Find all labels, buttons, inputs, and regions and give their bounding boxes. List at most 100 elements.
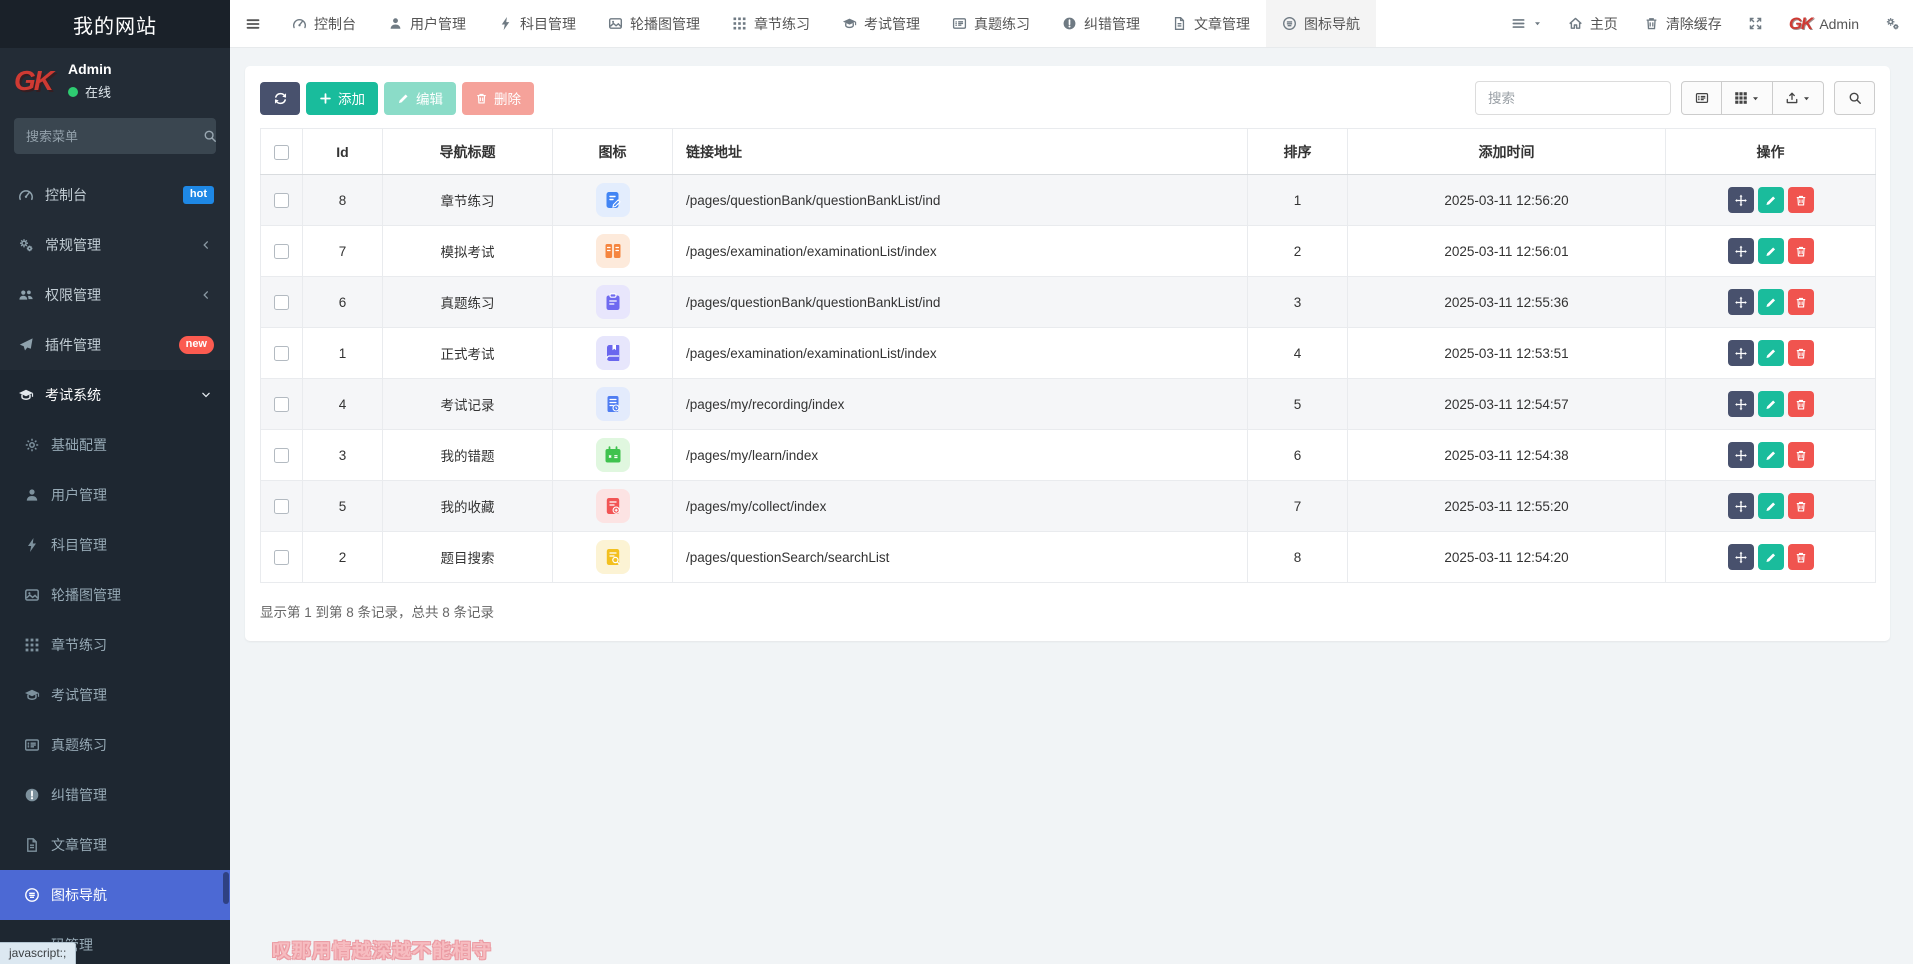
sidebar-item-chapter-practice[interactable]: 章节练习 xyxy=(0,620,230,670)
row-edit-button[interactable] xyxy=(1758,238,1784,264)
table-header-row: Id导航标题图标链接地址排序添加时间操作 xyxy=(261,129,1876,175)
cell-time: 2025-03-11 12:55:20 xyxy=(1348,481,1666,532)
column-header-id: Id xyxy=(303,129,383,175)
row-delete-button[interactable] xyxy=(1788,238,1814,264)
topnav-tab-chapter-practice[interactable]: 章节练习 xyxy=(716,0,826,47)
sidebar-toggle-button[interactable] xyxy=(230,0,276,47)
topnav-tab-banner-manage[interactable]: 轮播图管理 xyxy=(592,0,716,47)
row-checkbox[interactable] xyxy=(274,346,289,361)
cell-title: 题目搜索 xyxy=(383,532,553,583)
search-toggle-button[interactable] xyxy=(1834,81,1875,115)
sidebar-search-input[interactable] xyxy=(26,129,202,144)
cell-title: 我的错题 xyxy=(383,430,553,481)
row-delete-button[interactable] xyxy=(1788,340,1814,366)
table-row: 5 我的收藏 /pages/my/collect/index 7 2025-03… xyxy=(261,481,1876,532)
drag-sort-button[interactable] xyxy=(1728,391,1754,417)
watermark-text: 叹那用情越深越不能相守 xyxy=(272,936,492,963)
row-delete-button[interactable] xyxy=(1788,391,1814,417)
sidebar-item-correction-manage[interactable]: 纠错管理 xyxy=(0,770,230,820)
sidebar-item-base-config[interactable]: 基础配置 xyxy=(0,420,230,470)
drag-sort-button[interactable] xyxy=(1728,187,1754,213)
grid-icon xyxy=(24,637,40,653)
cell-time: 2025-03-11 12:54:38 xyxy=(1348,430,1666,481)
columns-button[interactable] xyxy=(1721,81,1773,115)
sidebar-item-real-practice[interactable]: 真题练习 xyxy=(0,720,230,770)
sidebar-scrollbar[interactable] xyxy=(223,872,229,904)
row-edit-button[interactable] xyxy=(1758,544,1784,570)
refresh-button[interactable] xyxy=(260,82,300,115)
topnav-tab-real-practice[interactable]: 真题练习 xyxy=(936,0,1046,47)
topnav-menu-dropdown[interactable] xyxy=(1498,0,1555,47)
table-row: 7 模拟考试 /pages/examination/examinationLis… xyxy=(261,226,1876,277)
row-checkbox[interactable] xyxy=(274,397,289,412)
topnav-tab-icon-nav[interactable]: 图标导航 xyxy=(1266,0,1376,47)
online-dot xyxy=(68,87,78,97)
row-checkbox[interactable] xyxy=(274,550,289,565)
trash-icon xyxy=(1793,245,1809,258)
user-menu[interactable]: GK Admin xyxy=(1776,0,1872,47)
table-search-input[interactable] xyxy=(1475,81,1671,115)
row-delete-button[interactable] xyxy=(1788,493,1814,519)
sidebar-item-general[interactable]: 常规管理 xyxy=(0,220,230,270)
drag-sort-button[interactable] xyxy=(1728,544,1754,570)
trash-icon xyxy=(475,92,488,105)
cell-time: 2025-03-11 12:53:51 xyxy=(1348,328,1666,379)
cell-url: /pages/questionBank/questionBankList/ind xyxy=(673,277,1248,328)
topnav-tab-correction-manage[interactable]: 纠错管理 xyxy=(1046,0,1156,47)
sidebar-item-article-manage[interactable]: 文章管理 xyxy=(0,820,230,870)
cell-time: 2025-03-11 12:56:01 xyxy=(1348,226,1666,277)
row-edit-button[interactable] xyxy=(1758,391,1784,417)
caret-down-icon xyxy=(1533,19,1542,28)
row-checkbox[interactable] xyxy=(274,244,289,259)
drag-sort-button[interactable] xyxy=(1728,442,1754,468)
row-edit-button[interactable] xyxy=(1758,442,1784,468)
row-delete-button[interactable] xyxy=(1788,289,1814,315)
row-edit-button[interactable] xyxy=(1758,187,1784,213)
home-link[interactable]: 主页 xyxy=(1555,0,1631,47)
row-edit-button[interactable] xyxy=(1758,289,1784,315)
row-checkbox[interactable] xyxy=(274,499,289,514)
exclamation-icon xyxy=(1062,16,1077,31)
drag-sort-button[interactable] xyxy=(1728,340,1754,366)
row-delete-button[interactable] xyxy=(1788,442,1814,468)
row-edit-button[interactable] xyxy=(1758,493,1784,519)
add-button[interactable]: 添加 xyxy=(306,82,378,115)
settings-button[interactable] xyxy=(1872,0,1913,47)
topnav-tab-exam-manage[interactable]: 考试管理 xyxy=(826,0,936,47)
delete-button[interactable]: 删除 xyxy=(462,82,534,115)
sidebar-item-addon[interactable]: 插件管理new xyxy=(0,320,230,370)
clear-cache-link[interactable]: 清除缓存 xyxy=(1631,0,1735,47)
row-edit-button[interactable] xyxy=(1758,340,1784,366)
cell-sort: 4 xyxy=(1248,328,1348,379)
sidebar-item-user-manage[interactable]: 用户管理 xyxy=(0,470,230,520)
export-button[interactable] xyxy=(1772,81,1824,115)
sidebar-item-auth[interactable]: 权限管理 xyxy=(0,270,230,320)
fullscreen-button[interactable] xyxy=(1735,0,1776,47)
sidebar-item-subject-manage[interactable]: 科目管理 xyxy=(0,520,230,570)
topnav-tab-subject-manage[interactable]: 科目管理 xyxy=(482,0,592,47)
drag-sort-button[interactable] xyxy=(1728,238,1754,264)
sidebar-item-exam-manage[interactable]: 考试管理 xyxy=(0,670,230,720)
row-delete-button[interactable] xyxy=(1788,187,1814,213)
cell-url: /pages/questionSearch/searchList xyxy=(673,532,1248,583)
user-menu-label: Admin xyxy=(1819,16,1859,32)
topnav-tab-user-manage[interactable]: 用户管理 xyxy=(372,0,482,47)
row-delete-button[interactable] xyxy=(1788,544,1814,570)
topnav-tab-article-manage[interactable]: 文章管理 xyxy=(1156,0,1266,47)
sidebar-item-dashboard[interactable]: 控制台hot xyxy=(0,170,230,220)
sidebar-item-banner-manage[interactable]: 轮播图管理 xyxy=(0,570,230,620)
topnav-tab-dashboard[interactable]: 控制台 xyxy=(276,0,372,47)
drag-sort-button[interactable] xyxy=(1728,493,1754,519)
row-checkbox[interactable] xyxy=(274,295,289,310)
edit-button[interactable]: 编辑 xyxy=(384,82,456,115)
sidebar-item-exam-system[interactable]: 考试系统 xyxy=(0,370,230,420)
drag-sort-button[interactable] xyxy=(1728,289,1754,315)
select-all-checkbox[interactable] xyxy=(274,145,289,160)
table-row: 1 正式考试 /pages/examination/examinationLis… xyxy=(261,328,1876,379)
toggle-view-button[interactable] xyxy=(1681,81,1722,115)
sidebar-item-icon-nav[interactable]: 图标导航 xyxy=(0,870,230,920)
cell-url: /pages/my/recording/index xyxy=(673,379,1248,430)
list-alt-icon xyxy=(1695,91,1709,105)
row-checkbox[interactable] xyxy=(274,193,289,208)
row-checkbox[interactable] xyxy=(274,448,289,463)
